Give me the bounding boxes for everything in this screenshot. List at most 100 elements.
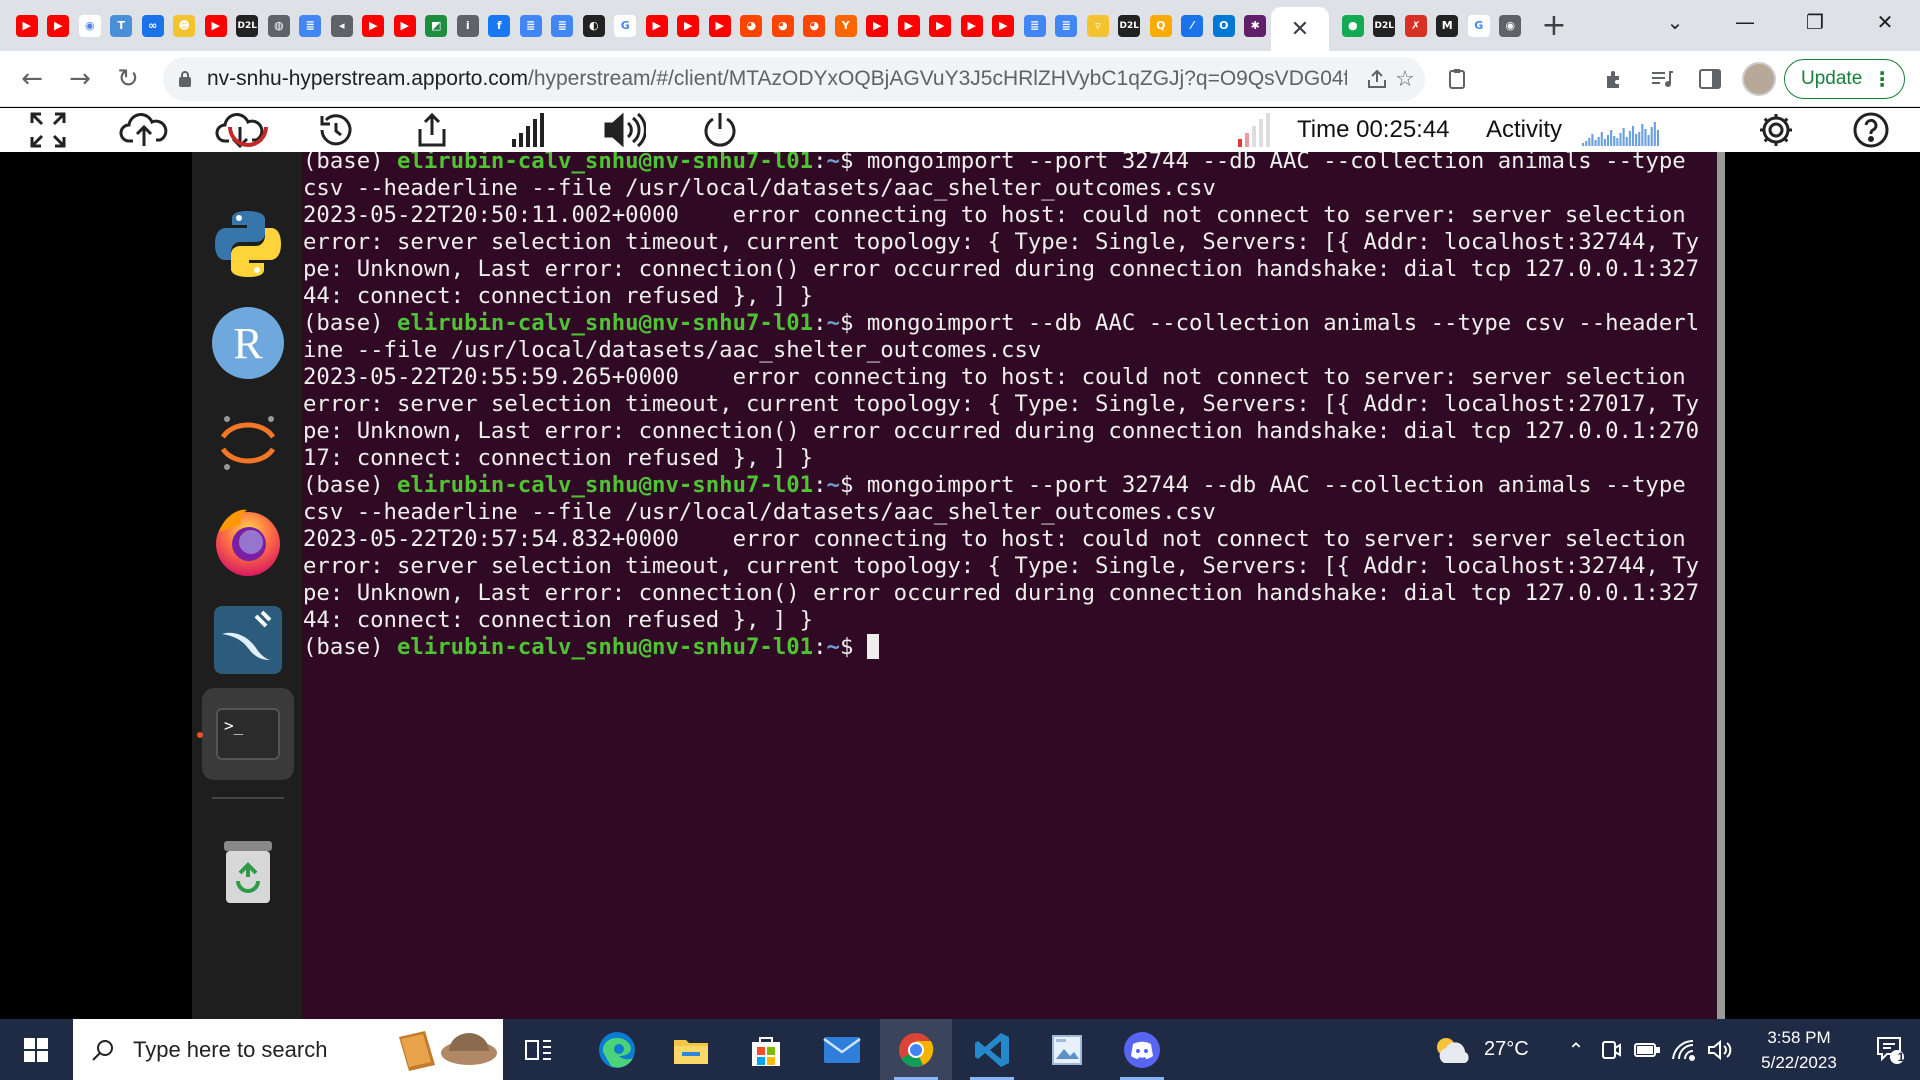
browser-tab[interactable]: ▶ <box>358 0 390 51</box>
volume-icon[interactable] <box>596 108 652 152</box>
windows-start-icon[interactable] <box>0 1019 72 1080</box>
fullscreen-icon[interactable] <box>20 108 76 152</box>
discord-icon[interactable] <box>1106 1019 1178 1080</box>
settings-gear-icon[interactable] <box>1748 108 1804 152</box>
browser-tab[interactable]: G <box>610 0 642 51</box>
browser-tab[interactable]: Y <box>830 0 862 51</box>
browser-tab[interactable]: ◉ <box>74 0 106 51</box>
browser-tab[interactable]: G <box>1463 0 1495 51</box>
show-hidden-icons-chevron[interactable]: ⌃ <box>1563 1038 1589 1062</box>
dock-python[interactable] <box>202 198 294 290</box>
browser-tab[interactable]: ≣ <box>547 0 579 51</box>
help-icon[interactable] <box>1843 108 1899 152</box>
browser-tab[interactable]: D2L <box>1114 0 1146 51</box>
reload-icon[interactable]: ↻ <box>104 55 152 103</box>
terminal-scrollbar[interactable] <box>1717 152 1725 1019</box>
dock-terminal[interactable]: >_ <box>202 688 294 780</box>
notification-center-icon[interactable]: 1 <box>1860 1019 1920 1080</box>
chrome-taskbar-icon[interactable] <box>880 1019 952 1080</box>
browser-tab[interactable]: ▶ <box>43 0 75 51</box>
browser-tab[interactable]: ▶ <box>389 0 421 51</box>
browser-tab[interactable]: ▶ <box>704 0 736 51</box>
back-icon[interactable]: ← <box>8 55 56 103</box>
browser-tab[interactable]: ▶ <box>862 0 894 51</box>
media-control-icon[interactable] <box>1638 55 1686 103</box>
browser-tab[interactable]: ◕ <box>799 0 831 51</box>
dock-r[interactable]: R <box>202 297 294 389</box>
speaker-icon[interactable] <box>1707 1039 1733 1061</box>
forward-icon[interactable]: → <box>56 55 104 103</box>
browser-tab[interactable]: ≣ <box>1019 0 1051 51</box>
taskbar-clock[interactable]: 3:58 PM 5/22/2023 <box>1744 1025 1854 1075</box>
browser-tab[interactable]: D2L <box>1369 0 1401 51</box>
mail-icon[interactable] <box>806 1019 878 1080</box>
browser-tab[interactable]: ▶ <box>200 0 232 51</box>
browser-tab[interactable]: ▿ <box>1082 0 1114 51</box>
extensions-icon[interactable] <box>1590 55 1638 103</box>
dock-anaconda[interactable] <box>202 112 294 152</box>
dock-jupyter[interactable] <box>202 396 294 488</box>
browser-tab[interactable]: O <box>1208 0 1240 51</box>
restore-session-icon[interactable] <box>308 108 364 152</box>
browser-tab[interactable]: ◕ <box>736 0 768 51</box>
update-button[interactable]: Update ⋮ <box>1784 59 1906 99</box>
browser-tab[interactable]: ▶ <box>925 0 957 51</box>
share-session-icon[interactable] <box>404 108 460 152</box>
close-window-icon[interactable]: ✕ <box>1850 0 1920 44</box>
meet-now-icon[interactable] <box>1599 1038 1623 1062</box>
tab-search-icon[interactable]: ⌄ <box>1640 0 1710 44</box>
side-panel-icon[interactable] <box>1686 55 1734 103</box>
browser-tab[interactable]: ▶ <box>956 0 988 51</box>
browser-tab[interactable]: ☻ <box>169 0 201 51</box>
browser-tab[interactable]: ≣ <box>1051 0 1083 51</box>
browser-tab[interactable]: ≣ <box>295 0 327 51</box>
browser-tab[interactable]: i <box>452 0 484 51</box>
browser-tab[interactable]: ◕ <box>767 0 799 51</box>
weather-widget[interactable]: 27°C <box>1432 1019 1529 1080</box>
restore-icon[interactable]: ❐ <box>1780 0 1850 44</box>
network-signal-icon[interactable] <box>500 108 556 152</box>
dock-trash[interactable] <box>202 826 294 918</box>
tab-close-icon[interactable]: ✕ <box>1291 17 1309 42</box>
profile-avatar[interactable] <box>1742 62 1776 96</box>
upload-cloud-icon[interactable] <box>116 108 172 152</box>
url-text[interactable]: nv-snhu-hyperstream.apporto.com/hyperstr… <box>207 67 1347 91</box>
browser-tab[interactable]: ◂ <box>326 0 358 51</box>
browser-tab[interactable]: ▶ <box>988 0 1020 51</box>
more-options-icon[interactable]: ⋮ <box>1872 67 1892 92</box>
terminal-output[interactable]: (base) elirubin-calv_snhu@nv-snhu7-l01:~… <box>303 152 1699 661</box>
clipboard-icon[interactable] <box>1435 57 1479 101</box>
photos-icon[interactable] <box>1031 1019 1103 1080</box>
browser-tab[interactable]: T <box>106 0 138 51</box>
browser-tab[interactable]: ≣ <box>515 0 547 51</box>
browser-tab[interactable]: D2L <box>232 0 264 51</box>
browser-tab[interactable]: ◐ <box>578 0 610 51</box>
browser-tab[interactable]: ▶ <box>641 0 673 51</box>
wifi-icon[interactable] <box>1671 1039 1697 1061</box>
browser-tab[interactable]: ∞ <box>137 0 169 51</box>
browser-tab[interactable]: ▶ <box>893 0 925 51</box>
dock-mysql-workbench[interactable] <box>202 594 294 686</box>
bookmark-star-icon[interactable]: ☆ <box>1383 57 1427 101</box>
file-explorer-icon[interactable] <box>655 1019 727 1080</box>
browser-tab[interactable]: ▶ <box>11 0 43 51</box>
browser-tab[interactable]: ● <box>1337 0 1369 51</box>
browser-tab[interactable]: Q <box>1145 0 1177 51</box>
task-view-icon[interactable] <box>503 1019 575 1080</box>
browser-tab[interactable]: f <box>484 0 516 51</box>
browser-tab[interactable]: ✱ <box>1240 0 1272 51</box>
browser-tab[interactable]: ◉ <box>1495 0 1527 51</box>
taskbar-search-box[interactable]: Type here to search <box>73 1019 503 1080</box>
active-tab[interactable]: ✕ <box>1271 7 1329 51</box>
minimize-icon[interactable]: — <box>1710 0 1780 44</box>
edge-icon[interactable] <box>581 1019 653 1080</box>
new-tab-button[interactable]: + <box>1526 0 1582 51</box>
browser-tab[interactable]: M <box>1432 0 1464 51</box>
power-icon[interactable] <box>692 108 748 152</box>
browser-tab[interactable]: ✗ <box>1400 0 1432 51</box>
terminal-window[interactable]: (base) elirubin-calv_snhu@nv-snhu7-l01:~… <box>302 152 1720 1019</box>
lock-icon[interactable] <box>163 70 207 88</box>
dock-firefox[interactable] <box>202 495 294 587</box>
microsoft-store-icon[interactable] <box>730 1019 802 1080</box>
browser-tab[interactable]: ◍ <box>263 0 295 51</box>
